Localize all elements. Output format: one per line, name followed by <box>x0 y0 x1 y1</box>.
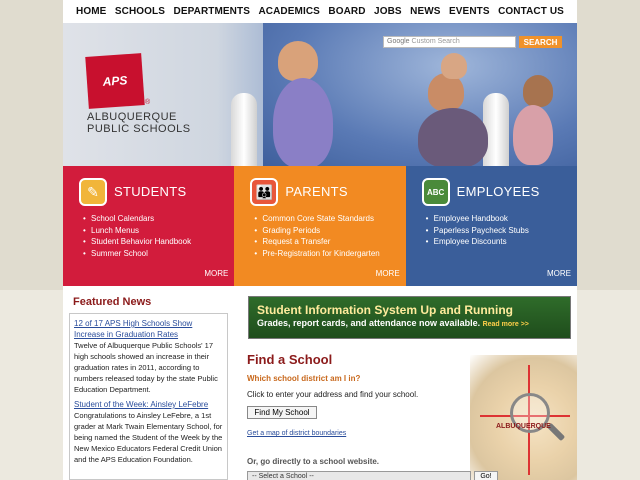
parents-link[interactable]: Request a Transfer <box>254 236 379 248</box>
students-links: School Calendars Lunch Menus Student Beh… <box>83 213 191 259</box>
students-link[interactable]: School Calendars <box>83 213 191 225</box>
nav-news[interactable]: NEWS <box>410 6 440 17</box>
nav-board[interactable]: BOARD <box>328 6 365 17</box>
site-search: Google Custom Search SEARCH <box>383 36 562 48</box>
child-photo <box>523 75 553 107</box>
parents-more-link[interactable]: MORE <box>376 269 400 278</box>
banner-headline: Student Information System Up and Runnin… <box>257 303 513 317</box>
search-button[interactable]: SEARCH <box>519 36 562 48</box>
child-photo <box>513 105 553 165</box>
employees-more-link[interactable]: MORE <box>547 269 571 278</box>
employees-links: Employee Handbook Paperless Paycheck Stu… <box>426 213 529 248</box>
news-summary: Twelve of Albuquerque Public Schools' 17… <box>74 341 218 394</box>
nav-home[interactable]: HOME <box>76 6 106 17</box>
district-question: Which school district am I in? <box>247 374 361 383</box>
parents-icon[interactable]: 👪 <box>250 178 279 206</box>
employees-link[interactable]: Paperless Paycheck Stubs <box>426 225 529 237</box>
logo-text: APS <box>102 73 128 89</box>
find-instructions: Click to enter your address and find you… <box>247 390 419 399</box>
students-link[interactable]: Summer School <box>83 248 191 260</box>
parents-link[interactable]: Grading Periods <box>254 225 379 237</box>
district-map-link[interactable]: Get a map of district boundaries <box>247 430 346 437</box>
students-panel: ✎ STUDENTS School Calendars Lunch Menus … <box>63 166 235 286</box>
featured-news-title: Featured News <box>73 296 152 308</box>
main-nav: HOME SCHOOLS DEPARTMENTS ACADEMICS BOARD… <box>63 0 577 23</box>
search-input[interactable]: Google Custom Search <box>383 36 516 48</box>
news-headline-link[interactable]: 12 of 17 APS High Schools Show Increase … <box>74 318 223 340</box>
org-name: ALBUQUERQUE PUBLIC SCHOOLS <box>87 111 191 135</box>
parents-link[interactable]: Common Core State Standards <box>254 213 379 225</box>
go-button[interactable]: Go! <box>474 471 498 480</box>
direct-school-label: Or, go directly to a school website. <box>247 457 380 466</box>
employees-link[interactable]: Employee Handbook <box>426 213 529 225</box>
nav-events[interactable]: EVENTS <box>449 6 490 17</box>
parents-panel: 👪 PARENTS Common Core State Standards Gr… <box>234 166 406 286</box>
search-placeholder: Custom Search <box>411 38 460 45</box>
sis-announcement-banner[interactable]: Student Information System Up and Runnin… <box>248 296 571 339</box>
students-link[interactable]: Lunch Menus <box>83 225 191 237</box>
google-brand: Google <box>387 38 410 45</box>
nav-schools[interactable]: SCHOOLS <box>115 6 165 17</box>
registered-icon: ® <box>145 99 151 106</box>
org-name-line1: ALBUQUERQUE <box>87 111 177 123</box>
find-school-title: Find a School <box>247 352 333 367</box>
map-city-label: ALBUQUERQUE <box>496 423 551 430</box>
child-photo <box>278 41 318 81</box>
org-name-line2: PUBLIC SCHOOLS <box>87 123 191 135</box>
playground-pole <box>483 93 509 166</box>
nav-departments[interactable]: DEPARTMENTS <box>174 6 250 17</box>
banner-subline: Grades, report cards, and attendance now… <box>257 317 562 331</box>
employees-panel: ABC EMPLOYEES Employee Handbook Paperles… <box>405 166 577 286</box>
banner-subline-text: Grades, report cards, and attendance now… <box>257 318 481 328</box>
students-link[interactable]: Student Behavior Handbook <box>83 236 191 248</box>
employees-link[interactable]: Employee Discounts <box>426 236 529 248</box>
aps-logo[interactable]: APS <box>85 53 145 109</box>
parents-links: Common Core State Standards Grading Peri… <box>254 213 379 259</box>
news-summary: Congratulations to Ainsley LeFebre, a 1s… <box>74 411 223 464</box>
read-more-link[interactable]: Read more >> <box>483 321 529 328</box>
parents-link[interactable]: Pre-Registration for Kindergarten <box>254 248 379 260</box>
school-select[interactable]: -- Select a School -- <box>247 471 471 480</box>
child-photo <box>441 53 467 79</box>
child-photo <box>418 108 488 166</box>
nav-contact-us[interactable]: CONTACT US <box>498 6 564 17</box>
news-item: Student of the Week: Ainsley LeFebre Con… <box>74 399 223 465</box>
hero-banner: APS ® ALBUQUERQUE PUBLIC SCHOOLS Google … <box>63 23 577 166</box>
parents-title[interactable]: PARENTS <box>285 184 348 199</box>
students-icon[interactable]: ✎ <box>79 178 107 206</box>
nav-academics[interactable]: ACADEMICS <box>258 6 319 17</box>
featured-news-list: 12 of 17 APS High Schools Show Increase … <box>69 313 228 480</box>
students-more-link[interactable]: MORE <box>204 269 228 278</box>
child-photo <box>273 78 333 166</box>
students-title[interactable]: STUDENTS <box>114 184 186 199</box>
playground-pole <box>231 93 257 166</box>
news-headline-link[interactable]: Student of the Week: Ainsley LeFebre <box>74 399 223 410</box>
news-item: 12 of 17 APS High Schools Show Increase … <box>74 318 223 395</box>
find-my-school-button[interactable]: Find My School <box>247 406 317 419</box>
employees-title[interactable]: EMPLOYEES <box>457 184 540 199</box>
chalkboard-icon[interactable]: ABC <box>421 178 450 206</box>
audience-panels: ✎ STUDENTS School Calendars Lunch Menus … <box>63 166 577 286</box>
district-map-image[interactable]: ALBUQUERQUE <box>470 355 577 480</box>
nav-jobs[interactable]: JOBS <box>374 6 402 17</box>
